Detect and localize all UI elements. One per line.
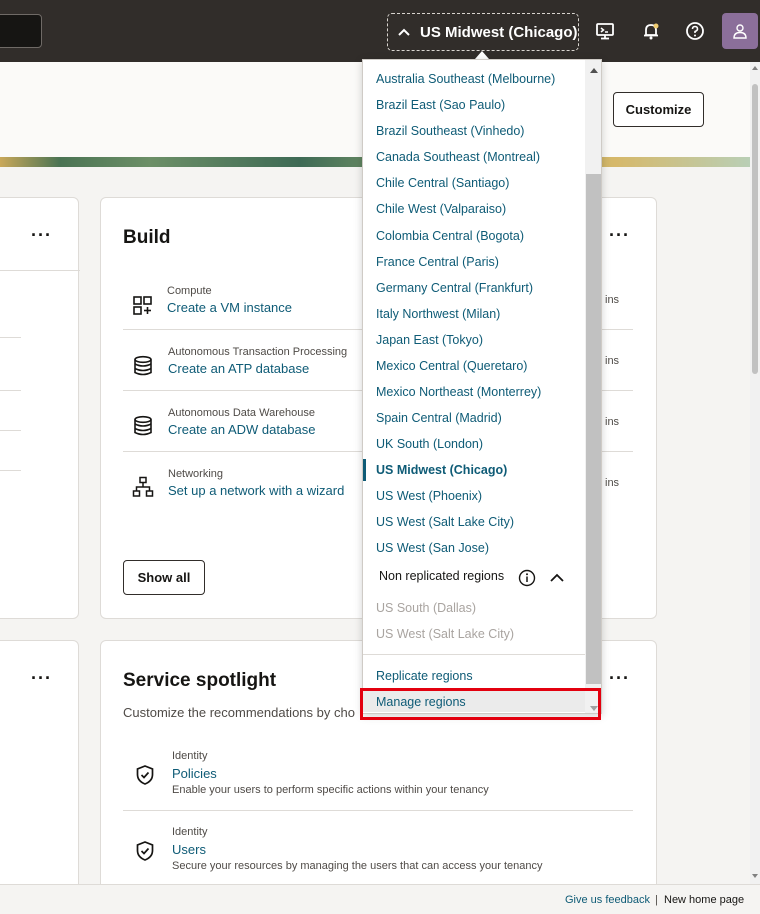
region-selector-label: US Midwest (Chicago)	[420, 23, 578, 41]
region-option[interactable]: France Central (Paris)	[376, 255, 499, 269]
region-option[interactable]: Germany Central (Frankfurt)	[376, 281, 533, 295]
dropdown-scrollbar[interactable]	[585, 60, 601, 713]
cloud-shell-icon[interactable]	[595, 21, 615, 41]
item-description: Enable your users to perform specific ac…	[172, 784, 489, 796]
region-option-disabled: US South (Dallas)	[376, 601, 477, 615]
region-option[interactable]: Spain Central (Madrid)	[376, 411, 502, 425]
shield-check-icon	[136, 841, 154, 861]
region-option[interactable]: Japan East (Tokyo)	[376, 333, 483, 347]
dropdown-scrollbar-thumb[interactable]	[586, 174, 601, 684]
profile-icon	[733, 24, 747, 39]
help-icon[interactable]	[685, 21, 705, 41]
region-option-selected[interactable]: US Midwest (Chicago)	[376, 463, 507, 477]
region-option[interactable]: Mexico Northeast (Monterrey)	[376, 385, 541, 399]
show-all-button[interactable]: Show all	[123, 560, 205, 595]
region-selector-button[interactable]: US Midwest (Chicago)	[387, 13, 579, 51]
users-link[interactable]: Users	[172, 842, 206, 857]
item-category: Compute	[167, 285, 212, 297]
spotlight-title: Service spotlight	[123, 670, 277, 691]
footer-bar: Give us feedback | New home page	[0, 884, 760, 914]
more-actions-icon[interactable]: ···	[31, 669, 52, 687]
search-input[interactable]	[0, 14, 42, 48]
divider	[123, 810, 633, 811]
region-option[interactable]: Chile Central (Santiago)	[376, 176, 509, 190]
shield-check-icon	[136, 765, 154, 785]
info-icon[interactable]	[518, 569, 536, 587]
chevron-up-icon[interactable]	[550, 572, 564, 584]
left-card-top: ···	[0, 197, 80, 619]
region-option[interactable]: Brazil Southeast (Vinhedo)	[376, 124, 524, 138]
scroll-up-icon[interactable]	[590, 68, 598, 73]
divider	[0, 430, 21, 431]
spotlight-description: Customize the recommendations by cho	[123, 705, 355, 720]
create-atp-link[interactable]: Create an ATP database	[168, 361, 309, 376]
item-time: ins	[605, 416, 620, 428]
policies-link[interactable]: Policies	[172, 766, 217, 781]
chevron-up-icon	[398, 28, 410, 36]
divider	[363, 654, 585, 655]
database-icon	[134, 415, 152, 436]
scroll-up-icon[interactable]	[752, 66, 758, 70]
region-option[interactable]: US West (Salt Lake City)	[376, 515, 514, 529]
item-time: ins	[605, 355, 620, 367]
more-actions-icon[interactable]: ···	[609, 226, 630, 244]
region-option[interactable]: Canada Southeast (Montreal)	[376, 150, 540, 164]
network-icon	[132, 476, 154, 497]
footer-separator: |	[655, 894, 658, 906]
item-category: Identity	[172, 750, 208, 762]
region-option[interactable]: US West (Phoenix)	[376, 489, 482, 503]
create-vm-link[interactable]: Create a VM instance	[167, 300, 292, 315]
divider	[0, 270, 80, 271]
item-time: ins	[605, 294, 620, 306]
more-actions-icon[interactable]: ···	[609, 669, 630, 687]
item-category: Networking	[168, 468, 224, 480]
notifications-icon[interactable]	[641, 21, 661, 41]
more-actions-icon[interactable]: ···	[31, 226, 52, 244]
item-time: ins	[605, 477, 620, 489]
divider	[0, 470, 21, 471]
region-option[interactable]: UK South (London)	[376, 437, 483, 451]
feedback-link[interactable]: Give us feedback	[565, 894, 650, 906]
build-title: Build	[123, 227, 171, 248]
region-dropdown-menu: Australia Southeast (Melbourne) Brazil E…	[362, 59, 602, 714]
divider	[0, 390, 21, 391]
scroll-down-icon[interactable]	[752, 874, 758, 878]
page-scrollbar[interactable]	[750, 62, 760, 884]
region-option[interactable]: Brazil East (Sao Paulo)	[376, 98, 505, 112]
highlight-box	[360, 688, 601, 720]
region-option[interactable]: Australia Southeast (Melbourne)	[376, 72, 555, 86]
item-category: Autonomous Transaction Processing	[168, 346, 348, 358]
non-replicated-header: Non replicated regions	[379, 569, 505, 583]
item-category: Autonomous Data Warehouse	[168, 407, 315, 419]
create-adw-link[interactable]: Create an ADW database	[168, 422, 315, 437]
region-option[interactable]: Italy Northwest (Milan)	[376, 307, 500, 321]
replicate-regions-link[interactable]: Replicate regions	[376, 669, 473, 683]
item-category: Identity	[172, 826, 208, 838]
dropdown-pointer	[475, 51, 489, 59]
region-option[interactable]: Chile West (Valparaiso)	[376, 202, 506, 216]
top-navigation-bar: US Midwest (Chicago)	[0, 0, 760, 62]
region-option-disabled: US West (Salt Lake City)	[376, 627, 515, 641]
compute-icon	[133, 296, 152, 315]
customize-button[interactable]: Customize	[613, 92, 704, 127]
item-description: Secure your resources by managing the us…	[172, 860, 543, 872]
page-scrollbar-thumb[interactable]	[752, 84, 758, 374]
new-home-page-link[interactable]: New home page	[664, 894, 744, 906]
region-option[interactable]: US West (San Jose)	[376, 541, 489, 555]
profile-avatar[interactable]	[722, 13, 758, 49]
region-option[interactable]: Colombia Central (Bogota)	[376, 229, 524, 243]
selected-indicator	[363, 459, 366, 481]
network-wizard-link[interactable]: Set up a network with a wizard	[168, 483, 344, 498]
region-option[interactable]: Mexico Central (Queretaro)	[376, 359, 527, 373]
divider	[0, 337, 21, 338]
database-icon	[134, 355, 152, 376]
left-card-bottom: ···	[0, 640, 79, 900]
